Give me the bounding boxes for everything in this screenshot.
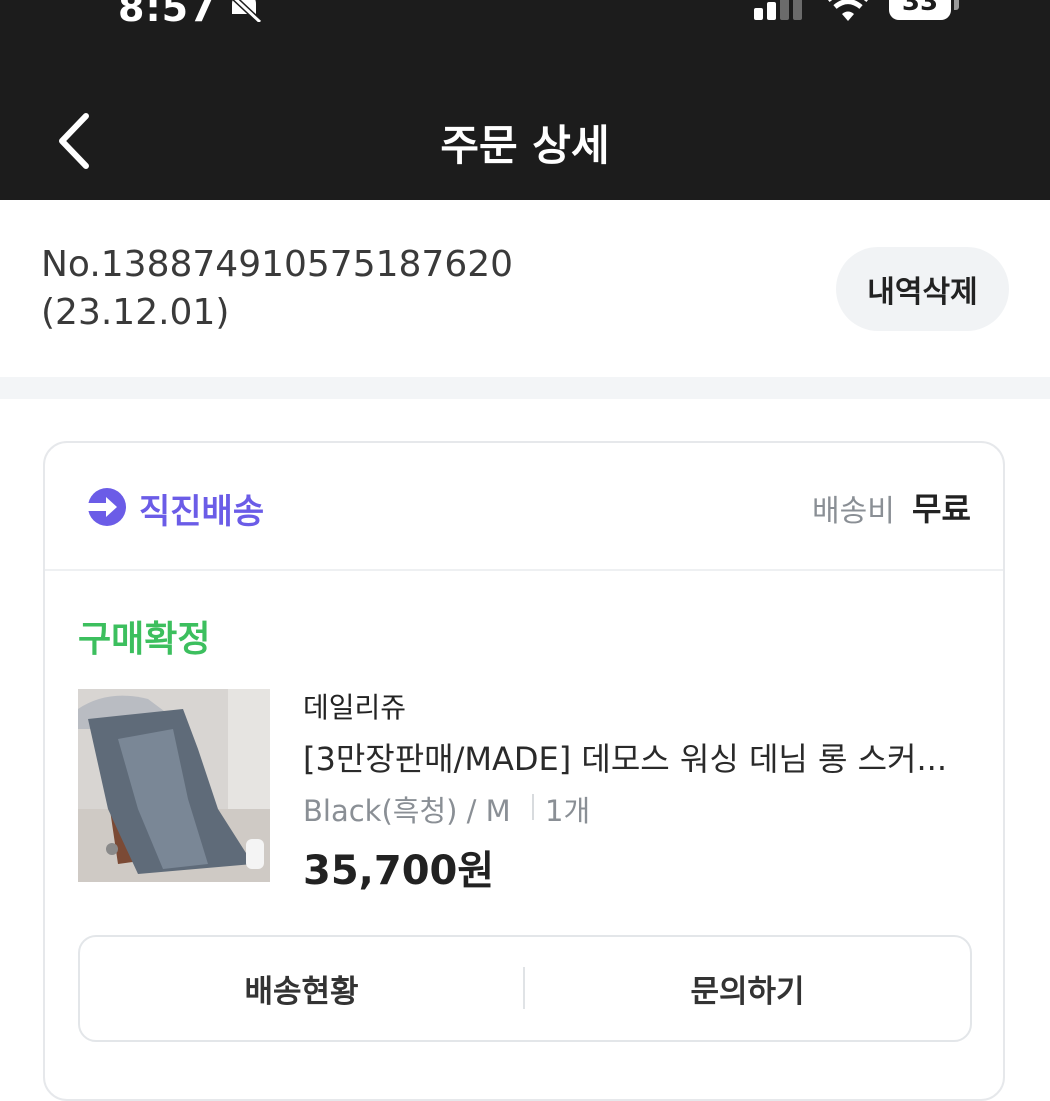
- order-number: No.13887491057518762​0: [41, 244, 514, 285]
- product-image: [78, 689, 270, 882]
- inquiry-button[interactable]: 문의하기: [525, 935, 970, 1042]
- card-divider: [45, 569, 1003, 571]
- product-thumbnail[interactable]: [78, 689, 270, 882]
- product-quantity: 1개: [545, 794, 591, 828]
- brand-name[interactable]: 데일리쥬: [303, 686, 406, 726]
- order-date: (23.12.01): [41, 292, 230, 333]
- product-name[interactable]: [3만장판매/MADE] 데모스 워싱 데님 롱 스커...: [303, 734, 963, 780]
- battery-tip: [954, 0, 959, 10]
- arrow-circle-right-icon: [88, 488, 126, 526]
- delete-history-button[interactable]: 내역삭제: [836, 247, 1009, 331]
- shipping-fee-label: 배송비: [812, 494, 895, 529]
- wifi-icon: [828, 0, 868, 21]
- section-divider: [0, 377, 1050, 399]
- shipping-type-label: 직진배송: [139, 492, 265, 532]
- bell-slash-icon: [232, 0, 263, 22]
- option-separator: [532, 794, 534, 820]
- page-title: 주문 상세: [440, 121, 610, 170]
- product-price: 35,700원: [303, 848, 495, 894]
- status-time: 8:57: [118, 0, 217, 30]
- battery-icon: 33: [889, 0, 951, 20]
- order-status: 구매확정: [78, 619, 211, 660]
- shipping-fee-value: 무료: [912, 490, 971, 528]
- shipping-status-button[interactable]: 배송현황: [80, 935, 523, 1042]
- signal-icon: [754, 0, 802, 20]
- product-option: Black(흑청) / M: [303, 794, 511, 828]
